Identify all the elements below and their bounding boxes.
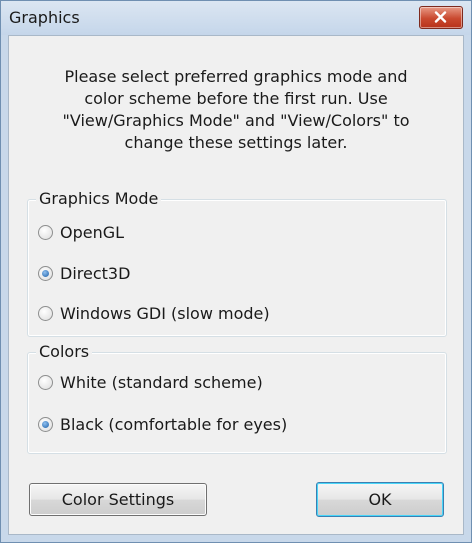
radio-button[interactable] (38, 265, 53, 281)
radio-button[interactable] (38, 374, 53, 390)
close-icon (434, 11, 447, 23)
graphics-dialog: Graphics Please select preferred graphic… (0, 0, 472, 543)
window-title: Graphics (9, 8, 80, 27)
radio-label: Windows GDI (slow mode) (60, 303, 270, 323)
radio-button[interactable] (38, 224, 53, 240)
radio-button[interactable] (38, 416, 53, 432)
radio-white[interactable]: White (standard scheme) (38, 370, 263, 394)
message-line: change these settings later. (124, 133, 348, 152)
radio-windows-gdi[interactable]: Windows GDI (slow mode) (38, 301, 270, 325)
radio-label: Black (comfortable for eyes) (60, 414, 288, 434)
graphics-mode-group: Graphics Mode OpenGL Direct3D Windows GD… (27, 189, 447, 337)
radio-black[interactable]: Black (comfortable for eyes) (38, 412, 287, 436)
instruction-message: Please select preferred graphics mode an… (31, 66, 441, 154)
message-line: "View/Graphics Mode" and "View/Colors" t… (62, 111, 410, 130)
dialog-body: Please select preferred graphics mode an… (8, 35, 464, 535)
colors-group: Colors White (standard scheme) Black (co… (27, 342, 447, 454)
title-bar[interactable]: Graphics (1, 1, 471, 35)
message-line: Please select preferred graphics mode an… (64, 67, 408, 86)
radio-label: OpenGL (60, 222, 125, 242)
graphics-mode-legend: Graphics Mode (36, 189, 162, 208)
colors-legend: Colors (36, 342, 93, 361)
close-button[interactable] (419, 6, 463, 29)
ok-button[interactable]: OK (316, 482, 444, 517)
radio-button[interactable] (38, 305, 53, 321)
radio-label: White (standard scheme) (60, 372, 263, 392)
radio-direct3d[interactable]: Direct3D (38, 261, 130, 285)
message-line: color scheme before the first run. Use (84, 89, 388, 108)
radio-opengl[interactable]: OpenGL (38, 220, 124, 244)
radio-label: Direct3D (60, 263, 131, 283)
color-settings-button[interactable]: Color Settings (29, 483, 207, 516)
